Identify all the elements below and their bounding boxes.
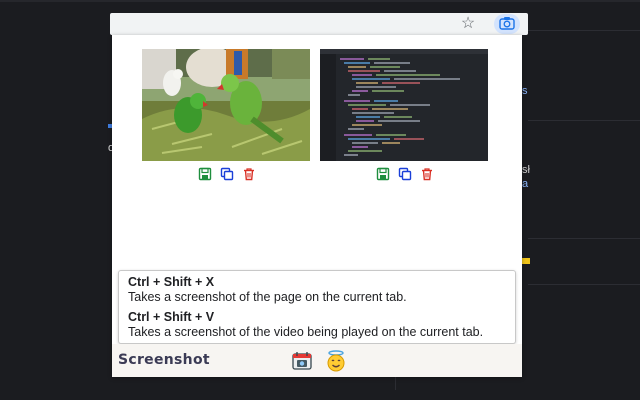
calendar-camera-icon[interactable] [291, 350, 313, 372]
copy-icon[interactable] [220, 167, 234, 181]
browser-toolbar: ☆ [110, 13, 528, 35]
screenshot-thumbnail[interactable] [142, 49, 310, 161]
delete-icon[interactable] [420, 167, 434, 181]
brand-title: Screenshot [118, 352, 210, 368]
shortcut-description: Takes a screenshot of the video being pl… [128, 325, 484, 339]
camera-icon[interactable] [494, 14, 520, 34]
shortcuts-tooltip: Ctrl + Shift + X Takes a screenshot of t… [118, 270, 516, 344]
parrots-photo [142, 49, 310, 161]
shortcut-keys: Ctrl + Shift + V [128, 310, 215, 324]
page-background-accent [522, 258, 530, 264]
delete-icon[interactable] [242, 167, 256, 181]
page-background-text: sł [522, 164, 530, 176]
extension-popup: Ctrl + Shift + X Takes a screenshot of t… [112, 35, 522, 377]
screenshot-actions [198, 167, 256, 181]
screenshot-actions [376, 167, 434, 181]
page-background-line [0, 0, 640, 2]
shortcut-keys: Ctrl + Shift + X [128, 275, 215, 289]
shortcut-description: Takes a screenshot of the page on the cu… [128, 290, 407, 304]
page-background-line [528, 284, 640, 285]
star-icon[interactable]: ☆ [458, 14, 478, 34]
popup-footer: Screenshot [112, 344, 522, 377]
page-background-line [528, 120, 640, 121]
copy-icon[interactable] [398, 167, 412, 181]
page-background-line [528, 30, 640, 31]
save-icon[interactable] [198, 167, 212, 181]
code-editor-photo [320, 49, 488, 161]
save-icon[interactable] [376, 167, 390, 181]
smiley-halo-icon[interactable] [325, 350, 347, 372]
page-background-line [528, 238, 640, 239]
page-background-text: a [522, 178, 529, 190]
screenshot-thumbnail[interactable] [320, 49, 488, 161]
page-background-line [395, 376, 396, 390]
page-background-text: s [522, 85, 528, 97]
